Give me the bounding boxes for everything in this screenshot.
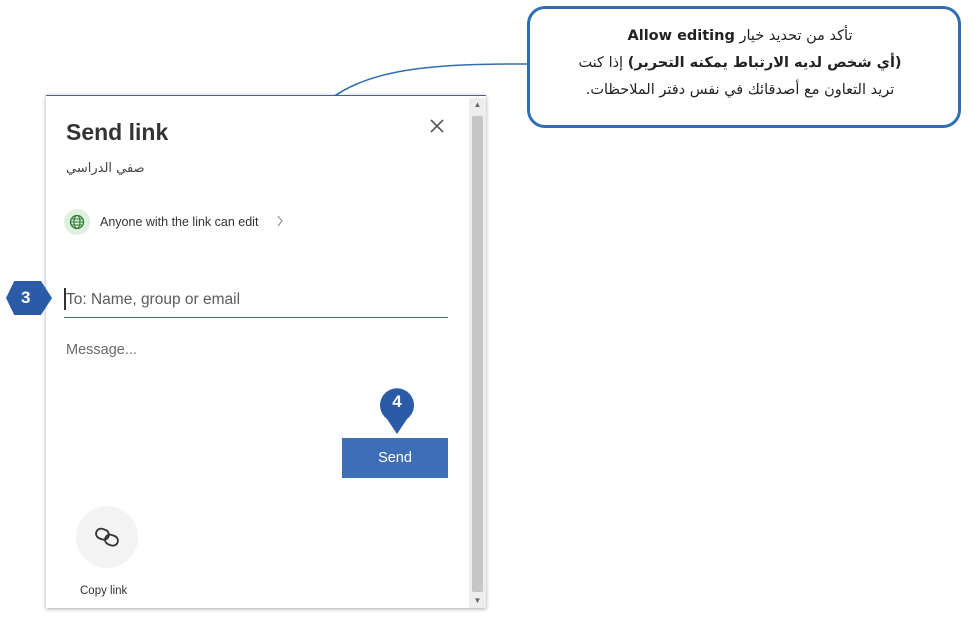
copy-link-label: Copy link <box>80 585 128 597</box>
globe-icon <box>64 209 90 235</box>
link-permission-setting[interactable]: Anyone with the link can edit <box>64 208 354 236</box>
callout-option-name: Allow editing <box>627 28 735 44</box>
close-icon <box>430 119 444 133</box>
step-4-number: 4 <box>392 392 402 411</box>
scroll-up-arrow-icon[interactable]: ▲ <box>469 98 486 112</box>
recipient-input[interactable] <box>64 282 448 318</box>
callout-line-2: (أي شخص لديه الارتباط يمكنه التحرير) إذا… <box>540 50 940 77</box>
chevron-right-icon <box>276 214 284 230</box>
close-button[interactable] <box>426 116 448 138</box>
scroll-down-arrow-icon[interactable]: ▼ <box>469 594 486 608</box>
callout-line-1: تأكد من تحديد خيار Allow editing <box>540 23 940 50</box>
scrollbar-thumb[interactable] <box>472 116 483 592</box>
link-icon <box>95 527 119 547</box>
callout-line2-bold: (أي شخص لديه الارتباط يمكنه التحرير) <box>627 55 902 71</box>
permission-label: Anyone with the link can edit <box>100 215 259 229</box>
copy-link-button[interactable] <box>76 506 138 568</box>
dialog-title: Send link <box>66 119 169 145</box>
scrollbar[interactable]: ▲ ▼ <box>469 98 486 608</box>
send-button[interactable]: Send <box>342 438 448 478</box>
callout-line2-rest: إذا كنت <box>578 55 624 71</box>
text-cursor <box>64 288 66 310</box>
instruction-callout: تأكد من تحديد خيار Allow editing (أي شخص… <box>527 6 961 128</box>
send-link-dialog: Send link صفي الدراسي Anyone with the li… <box>46 95 486 608</box>
step-4-marker: 4 <box>377 383 417 435</box>
callout-line1-prefix: تأكد من تحديد خيار <box>739 28 853 44</box>
notebook-name: صفي الدراسي <box>66 161 145 176</box>
callout-line-3: تريد التعاون مع أصدقائك في نفس دفتر المل… <box>585 82 895 98</box>
